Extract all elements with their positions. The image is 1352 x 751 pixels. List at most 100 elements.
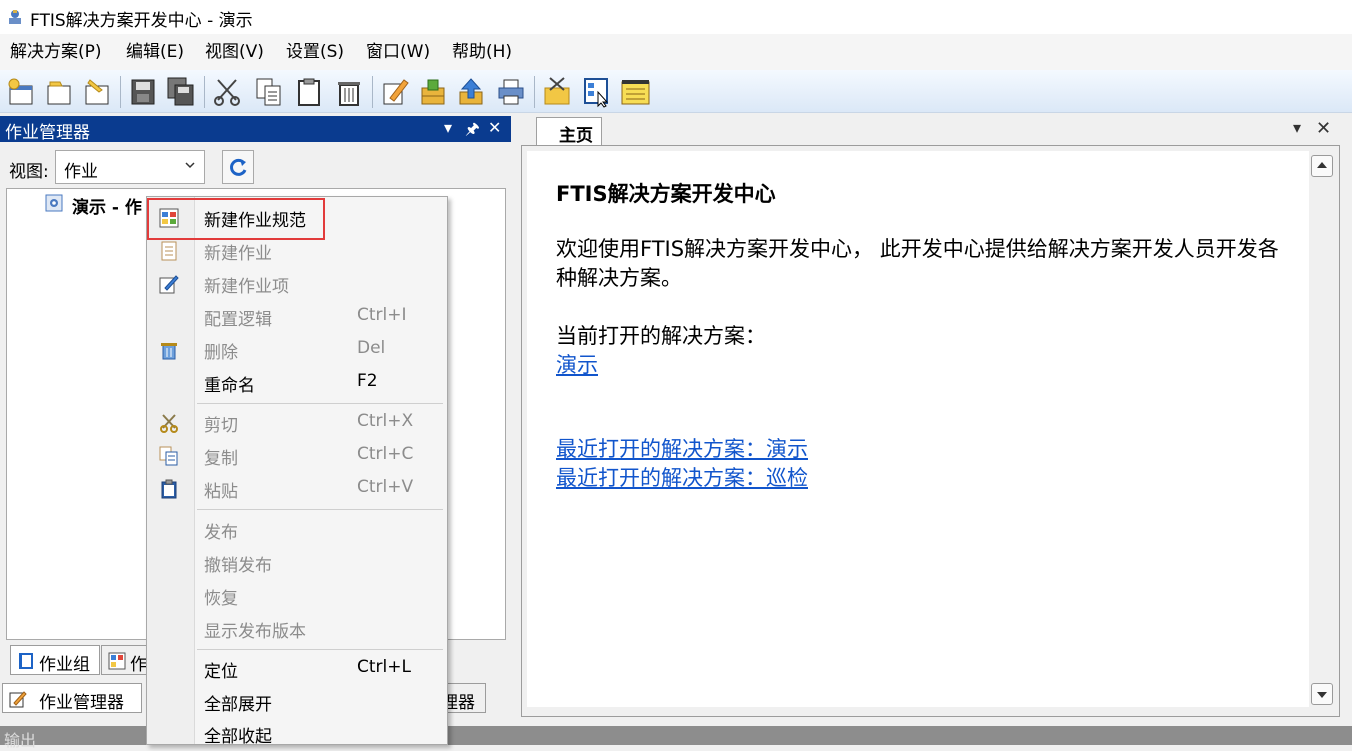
dropdown-arrow-icon[interactable]: ▾ bbox=[1293, 118, 1301, 137]
tab-job-group[interactable]: 作业组 bbox=[10, 645, 100, 675]
menu-settings[interactable]: 设置(S) bbox=[286, 37, 344, 62]
menu-item-copy[interactable]: 复制 Ctrl+C bbox=[147, 439, 447, 472]
vertical-scrollbar[interactable] bbox=[1309, 151, 1335, 707]
edit-folder-icon[interactable] bbox=[82, 76, 112, 108]
view-select[interactable]: 作业 bbox=[55, 150, 205, 184]
save-all-icon[interactable] bbox=[166, 76, 196, 108]
page-heading: FTIS解决方案开发中心 bbox=[556, 182, 776, 206]
copy-icon[interactable] bbox=[254, 76, 284, 108]
menu-item-label: 撤销发布 bbox=[204, 556, 272, 576]
refresh-button[interactable] bbox=[222, 150, 254, 184]
edit-icon bbox=[159, 275, 179, 294]
menu-item-label: 恢复 bbox=[204, 589, 238, 609]
menu-item-rename[interactable]: 重命名 F2 bbox=[147, 366, 447, 399]
document-tab-strip: ▾ ✕ bbox=[519, 116, 1352, 144]
cut-icon[interactable] bbox=[212, 76, 242, 108]
delete-icon[interactable] bbox=[334, 76, 364, 108]
pane-title: 作业管理器 bbox=[5, 123, 90, 143]
menu-item-shortcut: Ctrl+C bbox=[357, 444, 414, 464]
edit-icon[interactable] bbox=[380, 76, 410, 108]
menu-item-shortcut: F2 bbox=[357, 371, 378, 391]
menu-item-shortcut: Ctrl+L bbox=[357, 657, 411, 677]
job-spec-icon bbox=[108, 652, 126, 670]
context-menu: 新建作业规范 新建作业 新建作业项 配置逻辑 Ctrl+I 删除 Del 重命名… bbox=[146, 196, 448, 747]
menu-item-configure-logic[interactable]: 配置逻辑 Ctrl+I bbox=[147, 300, 447, 333]
menu-item-label: 粘贴 bbox=[204, 482, 238, 502]
package-icon[interactable] bbox=[418, 76, 448, 108]
tab-label: 作 bbox=[130, 655, 147, 675]
chevron-up-icon bbox=[1317, 162, 1327, 168]
menu-item-restore[interactable]: 恢复 bbox=[147, 579, 447, 612]
tab-job-manager[interactable]: 作业管理器 bbox=[2, 683, 142, 713]
menu-item-label: 定位 bbox=[204, 662, 238, 682]
tab-home[interactable]: 主页 bbox=[536, 117, 602, 146]
menu-item-expand-all[interactable]: 全部展开 bbox=[147, 685, 447, 718]
menu-item-cut[interactable]: 剪切 Ctrl+X bbox=[147, 406, 447, 439]
welcome-text: 欢迎使用FTIS解决方案开发中心， 此开发中心提供给解决方案开发人员开发各种解决… bbox=[556, 237, 1279, 290]
edit-icon bbox=[9, 691, 27, 708]
tree-node-label[interactable]: 演示 - 作 bbox=[72, 193, 142, 218]
menu-solution[interactable]: 解决方案(P) bbox=[10, 37, 102, 62]
menu-item-delete[interactable]: 删除 Del bbox=[147, 333, 447, 366]
open-folder-icon[interactable] bbox=[44, 76, 74, 108]
menu-help[interactable]: 帮助(H) bbox=[452, 37, 512, 62]
print-icon[interactable] bbox=[496, 76, 526, 108]
toolbar-separator bbox=[120, 76, 121, 108]
title-bar: FTIS解决方案开发中心 - 演示 bbox=[0, 0, 1352, 34]
menu-separator bbox=[197, 509, 443, 510]
menu-item-label: 剪切 bbox=[204, 416, 238, 436]
scroll-up-button[interactable] bbox=[1311, 155, 1333, 177]
paste-icon[interactable] bbox=[294, 76, 324, 108]
save-icon[interactable] bbox=[128, 76, 158, 108]
trash-icon bbox=[161, 343, 177, 360]
recent-solution-link[interactable]: 最近打开的解决方案：巡检 bbox=[556, 462, 808, 492]
toolbar-separator bbox=[372, 76, 373, 108]
menu-item-label: 重命名 bbox=[204, 376, 255, 396]
job-manager-header: 作业管理器 ▾ 🖈 ✕ bbox=[0, 116, 511, 145]
tab-label: 作业组 bbox=[39, 655, 90, 675]
upload-icon[interactable] bbox=[456, 76, 486, 108]
menu-view[interactable]: 视图(V) bbox=[205, 37, 264, 62]
menu-item-label: 配置逻辑 bbox=[204, 310, 272, 330]
document-select-icon[interactable] bbox=[582, 76, 612, 108]
clipboard-icon bbox=[161, 479, 177, 499]
current-solution-label: 当前打开的解决方案： bbox=[556, 324, 766, 348]
dropdown-arrow-icon[interactable]: ▾ bbox=[444, 118, 452, 137]
current-solution-link[interactable]: 演示 bbox=[556, 349, 598, 379]
menu-item-shortcut: Ctrl+I bbox=[357, 305, 407, 325]
menu-item-label: 发布 bbox=[204, 523, 238, 543]
menu-item-publish[interactable]: 发布 bbox=[147, 513, 447, 546]
copy-icon bbox=[159, 446, 178, 466]
menu-item-collapse-all[interactable]: 全部收起 bbox=[147, 717, 447, 750]
recent-solution-link[interactable]: 最近打开的解决方案：演示 bbox=[556, 433, 808, 463]
folder-tool-icon[interactable] bbox=[542, 76, 572, 108]
menu-item-show-published-version[interactable]: 显示发布版本 bbox=[147, 612, 447, 645]
menu-item-label: 全部收起 bbox=[204, 727, 272, 747]
toolbar-separator bbox=[204, 76, 205, 108]
menu-window[interactable]: 窗口(W) bbox=[366, 37, 430, 62]
job-icon bbox=[161, 241, 177, 261]
menu-separator bbox=[197, 649, 443, 650]
menu-item-unpublish[interactable]: 撤销发布 bbox=[147, 546, 447, 579]
job-group-icon bbox=[19, 653, 33, 669]
toolbar-separator bbox=[534, 76, 535, 108]
menu-item-new-job-item[interactable]: 新建作业项 bbox=[147, 267, 447, 300]
output-label[interactable]: 输出 bbox=[4, 727, 36, 751]
menu-item-label: 复制 bbox=[204, 449, 238, 469]
pin-icon[interactable]: 🖈 bbox=[465, 118, 480, 145]
menu-edit[interactable]: 编辑(E) bbox=[126, 37, 184, 62]
chevron-down-icon bbox=[1317, 692, 1327, 698]
window-title: FTIS解决方案开发中心 - 演示 bbox=[30, 11, 253, 31]
menu-item-label: 新建作业项 bbox=[204, 277, 289, 297]
notepad-icon[interactable] bbox=[620, 76, 650, 108]
chevron-down-icon bbox=[185, 162, 195, 169]
menu-item-label: 新建作业 bbox=[204, 244, 272, 264]
menu-item-shortcut: Del bbox=[357, 338, 386, 358]
scroll-down-button[interactable] bbox=[1311, 683, 1333, 705]
menu-item-locate[interactable]: 定位 Ctrl+L bbox=[147, 652, 447, 685]
tab-label: 作业管理器 bbox=[39, 693, 124, 713]
close-icon[interactable]: ✕ bbox=[1316, 118, 1331, 139]
menu-item-paste[interactable]: 粘贴 Ctrl+V bbox=[147, 472, 447, 505]
new-solution-icon[interactable] bbox=[6, 76, 36, 108]
close-icon[interactable]: ✕ bbox=[488, 118, 501, 137]
